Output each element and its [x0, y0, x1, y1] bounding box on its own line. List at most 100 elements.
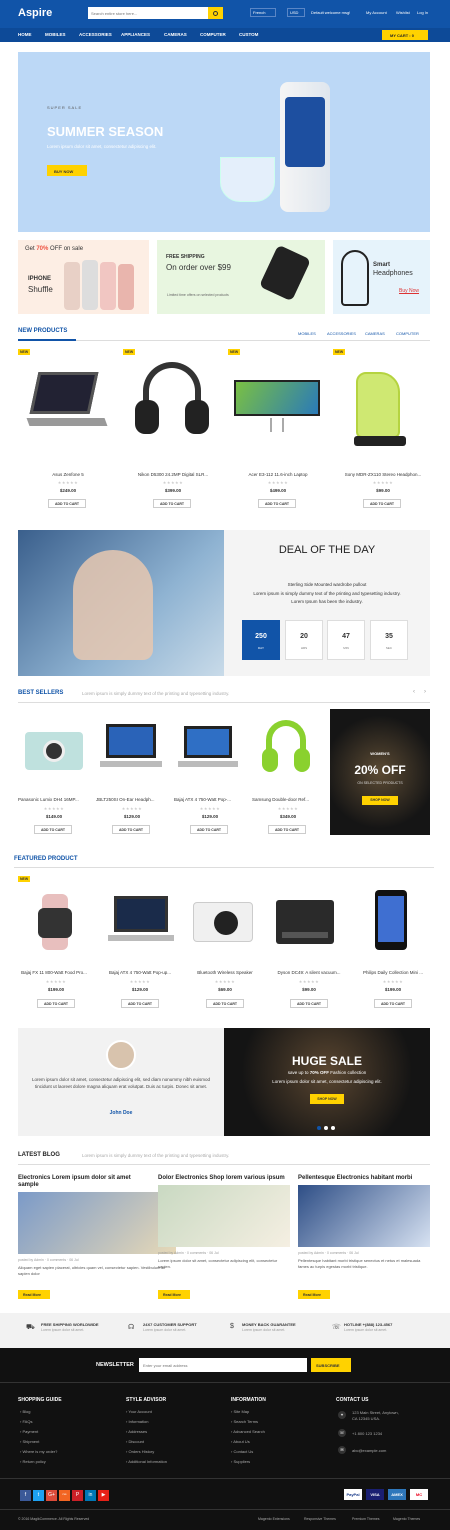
add-to-cart-button[interactable]: ADD TO CART	[48, 499, 86, 508]
add-to-cart-button[interactable]: ADD TO CART	[112, 825, 150, 834]
blog-image-robot[interactable]	[18, 1192, 176, 1254]
blog-post-title[interactable]: Electronics Lorem ipsum dolor sit amet s…	[18, 1175, 150, 1189]
headphones-image[interactable]	[262, 720, 310, 776]
footer-link[interactable]: › FAQs	[20, 1419, 32, 1424]
printer-image[interactable]	[276, 900, 334, 944]
add-to-cart-button[interactable]: ADD TO CART	[206, 999, 244, 1008]
add-to-cart-button[interactable]: ADD TO CART	[153, 499, 191, 508]
smartwatch-image[interactable]	[30, 894, 80, 950]
tab-computer[interactable]: COMPUTER	[396, 331, 419, 336]
footer-link[interactable]: › Advanced Search	[231, 1429, 265, 1434]
footer-link[interactable]: › Return policy	[20, 1459, 46, 1464]
add-to-cart-button[interactable]: ADD TO CART	[363, 499, 401, 508]
footer-bottom-link[interactable]: Magento Themes	[393, 1517, 420, 1521]
add-to-cart-button[interactable]: ADD TO CART	[290, 999, 328, 1008]
product-name[interactable]: Asus Zenfone 5	[18, 472, 118, 477]
slider-dot[interactable]	[324, 1126, 328, 1130]
footer-link[interactable]: › About Us	[231, 1439, 250, 1444]
google-plus-icon[interactable]: G+	[46, 1490, 57, 1501]
footer-link[interactable]: › Search Terms	[231, 1419, 258, 1424]
prev-arrow-icon[interactable]: ‹	[413, 689, 415, 695]
womens-promo-banner[interactable]: WOMEN'S 20% OFF ON SELECTED PRODUCTS SHO…	[330, 709, 430, 835]
product-name[interactable]: Panasonic Lumix DH4 16MP...	[18, 797, 90, 802]
shop-now-button[interactable]: SHOP NOW	[362, 796, 398, 805]
promo-banner-headphones[interactable]: Smart Headphones Buy Now	[333, 240, 430, 314]
read-more-button[interactable]: Read More	[298, 1290, 330, 1299]
language-select[interactable]: French	[250, 8, 276, 17]
add-to-cart-button[interactable]: ADD TO CART	[37, 999, 75, 1008]
footer-link[interactable]: › Addresses	[126, 1429, 147, 1434]
nav-mobiles[interactable]: MOBILES	[45, 32, 66, 37]
product-name[interactable]: JBLT250SI On-Ear Headph...	[96, 797, 168, 802]
tab-cameras[interactable]: CAMERAS	[365, 331, 385, 336]
add-to-cart-button[interactable]: ADD TO CART	[121, 999, 159, 1008]
product-name[interactable]: Samsung Double-door Ref...	[252, 797, 324, 802]
nav-appliances[interactable]: APPLIANCES	[121, 32, 150, 37]
blog-post-title[interactable]: Pellentesque Electronics habitant morbi	[298, 1175, 430, 1182]
rss-icon[interactable]: rss	[59, 1490, 70, 1501]
footer-link[interactable]: › Additional Information	[126, 1459, 167, 1464]
next-arrow-icon[interactable]: ›	[424, 689, 426, 695]
slider-dot[interactable]	[317, 1126, 321, 1130]
nav-accessories[interactable]: ACCESSORIES	[79, 32, 112, 37]
cart-button[interactable]: MY CART : 0	[382, 30, 428, 40]
product-name[interactable]: Bajaj ATX 4 750-Watt Pop-...	[174, 797, 246, 802]
footer-link[interactable]: › Where is my order?	[20, 1449, 57, 1454]
blog-post-title[interactable]: Dolor Electronics Shop lorem various ips…	[158, 1175, 290, 1182]
slider-dot[interactable]	[331, 1126, 335, 1130]
login-link[interactable]: Log In	[417, 10, 428, 15]
promo-banner-iphone[interactable]: Get 70% OFF on sale IPHONE Shuffle	[18, 240, 149, 314]
product-name[interactable]: Philips Daily Collection Mini ...	[352, 970, 434, 975]
facebook-icon[interactable]: f	[20, 1490, 31, 1501]
search-button[interactable]	[208, 7, 223, 19]
product-name[interactable]: Acer E3-112 11.6-inch Laptop	[228, 472, 328, 477]
contact-email[interactable]: abc@example.com	[352, 1448, 386, 1453]
nav-home[interactable]: HOME	[18, 32, 32, 37]
product-name[interactable]: Bajaj ATX 4 750-Watt Pop-up...	[98, 970, 182, 975]
add-to-cart-button[interactable]: ADD TO CART	[258, 499, 296, 508]
tab-mobiles[interactable]: MOBILES	[298, 331, 316, 336]
footer-link[interactable]: › Suppliers	[231, 1459, 250, 1464]
laptop-image[interactable]	[178, 726, 238, 774]
huge-sale-banner[interactable]: HUGE SALE save up to 70% OFF Fashion col…	[224, 1028, 430, 1136]
site-logo[interactable]: Aspire	[18, 7, 52, 19]
nav-custom[interactable]: CUSTOM	[239, 32, 258, 37]
blog-image-tablet[interactable]	[158, 1185, 290, 1247]
footer-link[interactable]: › Your Account	[126, 1409, 152, 1414]
laptop-image[interactable]	[26, 368, 108, 433]
footer-link[interactable]: › Shipment	[20, 1439, 39, 1444]
nav-computer[interactable]: COMPUTER	[200, 32, 226, 37]
headphones-image[interactable]	[135, 362, 209, 438]
footer-link[interactable]: › Site Map	[231, 1409, 249, 1414]
currency-select[interactable]: USD	[287, 8, 305, 17]
product-name[interactable]: Sony MDR-ZX110 Stereo Headphon...	[333, 472, 433, 477]
footer-link[interactable]: › Discount	[126, 1439, 144, 1444]
promo-banner-shipping[interactable]: FREE SHIPPING On order over $99 Limited …	[157, 240, 325, 314]
search-input[interactable]	[88, 7, 223, 19]
read-more-button[interactable]: Read More	[158, 1290, 190, 1299]
youtube-icon[interactable]: ▶	[98, 1490, 109, 1501]
subscribe-button[interactable]: SUBSCRIBE	[311, 1358, 351, 1372]
linkedin-icon[interactable]: in	[85, 1490, 96, 1501]
kettle-image[interactable]	[350, 366, 412, 448]
read-more-button[interactable]: Read More	[18, 1290, 50, 1299]
add-to-cart-button[interactable]: ADD TO CART	[190, 825, 228, 834]
footer-link[interactable]: › Payment	[20, 1429, 38, 1434]
product-name[interactable]: Bluetooth Wireless Speaker	[184, 970, 266, 975]
add-to-cart-button[interactable]: ADD TO CART	[374, 999, 412, 1008]
blog-image-binoculars[interactable]	[298, 1185, 430, 1247]
add-to-cart-button[interactable]: ADD TO CART	[268, 825, 306, 834]
tab-accessories[interactable]: ACCESSORIES	[327, 331, 356, 336]
banner3-link[interactable]: Buy Now	[399, 288, 419, 294]
product-name[interactable]: Bajaj FX 11 800-Watt Food Pro...	[14, 970, 94, 975]
newsletter-email-input[interactable]	[139, 1358, 307, 1372]
wishlist-link[interactable]: Wishlist	[396, 10, 410, 15]
footer-bottom-link[interactable]: Magento Extensions	[258, 1517, 290, 1521]
footer-bottom-link[interactable]: Premium Themes	[352, 1517, 380, 1521]
footer-link[interactable]: › Orders History	[126, 1449, 154, 1454]
twitter-icon[interactable]: t	[33, 1490, 44, 1501]
footer-bottom-link[interactable]: Responsive Themes	[304, 1517, 336, 1521]
add-to-cart-button[interactable]: ADD TO CART	[34, 825, 72, 834]
laptop-image[interactable]	[108, 896, 174, 946]
footer-link[interactable]: › Blog	[20, 1409, 30, 1414]
